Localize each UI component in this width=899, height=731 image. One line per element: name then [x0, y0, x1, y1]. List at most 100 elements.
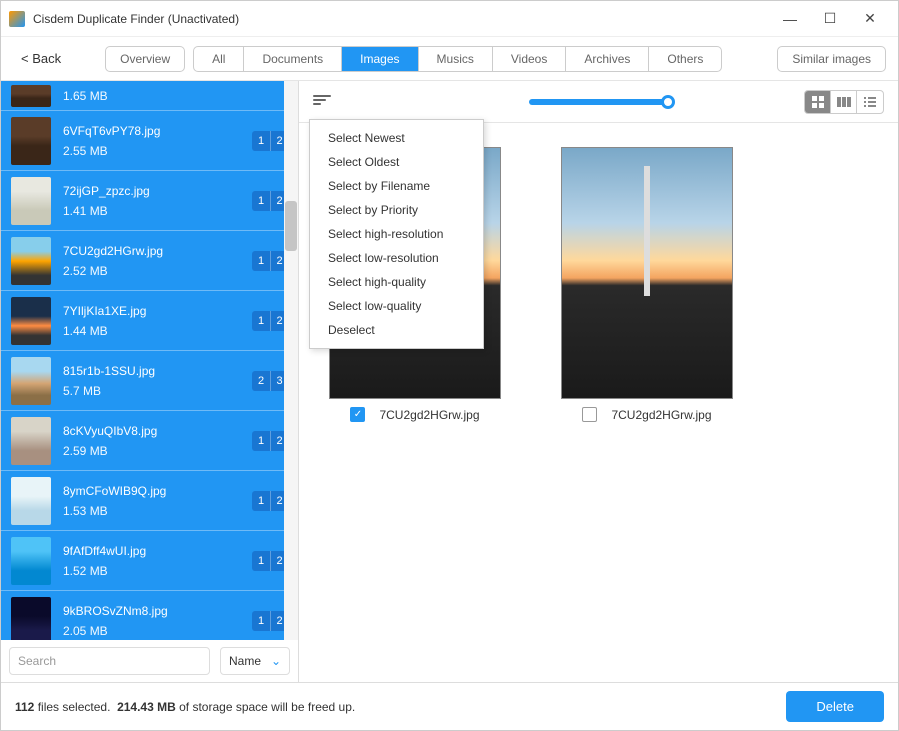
file-size: 1.52 MB — [63, 564, 252, 578]
file-name: 8ymCFoWIB9Q.jpg — [63, 484, 252, 498]
tab-archives[interactable]: Archives — [566, 47, 649, 71]
file-size: 2.52 MB — [63, 264, 252, 278]
badges: 12 — [252, 611, 288, 631]
dup-count-badge: 1 — [252, 191, 270, 211]
view-grid-button[interactable] — [805, 91, 831, 113]
preview-filename: 7CU2gd2HGrw.jpg — [379, 408, 479, 422]
menu-item[interactable]: Select Newest — [310, 126, 483, 150]
selection-context-menu: Select NewestSelect OldestSelect by File… — [309, 119, 484, 349]
slider-handle[interactable] — [661, 95, 675, 109]
menu-item[interactable]: Select high-resolution — [310, 222, 483, 246]
badges: 12 — [252, 131, 288, 151]
tab-others[interactable]: Others — [649, 47, 721, 71]
menu-item[interactable]: Deselect — [310, 318, 483, 342]
thumbnail — [11, 597, 51, 641]
dup-count-badge: 2 — [252, 371, 270, 391]
dup-count-badge: 1 — [252, 131, 270, 151]
tab-musics[interactable]: Musics — [419, 47, 493, 71]
file-size: 2.55 MB — [63, 144, 252, 158]
preview-filename: 7CU2gd2HGrw.jpg — [611, 408, 711, 422]
file-name: 6VFqT6vPY78.jpg — [63, 124, 252, 138]
dup-count-badge: 1 — [252, 311, 270, 331]
filter-icon[interactable] — [313, 95, 331, 109]
main-pane: ✓ 7CU2gd2HGrw.jpg 7CU2gd2HGrw.jpg Select N… — [299, 81, 898, 682]
file-name: 7YIljKIa1XE.jpg — [63, 304, 252, 318]
file-name: 7CU2gd2HGrw.jpg — [63, 244, 252, 258]
file-size: 1.65 MB — [63, 89, 288, 103]
file-size: 2.59 MB — [63, 444, 252, 458]
list-item[interactable]: 7CU2gd2HGrw.jpg2.52 MB12 — [1, 231, 298, 291]
list-item[interactable]: 8ymCFoWIB9Q.jpg 1.53 MB12 — [1, 471, 298, 531]
list-item[interactable]: 7YIljKIa1XE.jpg1.44 MB12 — [1, 291, 298, 351]
zoom-slider[interactable] — [529, 99, 669, 105]
delete-button[interactable]: Delete — [786, 691, 884, 722]
menu-item[interactable]: Select Oldest — [310, 150, 483, 174]
maximize-button[interactable]: ☐ — [810, 1, 850, 37]
tab-videos[interactable]: Videos — [493, 47, 566, 71]
preview-image[interactable] — [561, 147, 733, 399]
similar-images-button[interactable]: Similar images — [777, 46, 886, 72]
titlebar: Cisdem Duplicate Finder (Unactivated) — … — [1, 1, 898, 37]
list-item[interactable]: 9fAfDff4wUI.jpg 1.52 MB12 — [1, 531, 298, 591]
menu-item[interactable]: Select by Priority — [310, 198, 483, 222]
thumbnail — [11, 297, 51, 345]
app-icon — [9, 11, 25, 27]
window-title: Cisdem Duplicate Finder (Unactivated) — [33, 12, 770, 26]
badges: 12 — [252, 311, 288, 331]
tab-documents[interactable]: Documents — [244, 47, 342, 71]
sort-label: Name — [229, 654, 261, 668]
duplicate-list: 1.65 MB6VFqT6vPY78.jpg2.55 MB1272ijGP_zp… — [1, 81, 298, 640]
dup-count-badge: 1 — [252, 251, 270, 271]
thumbnail — [11, 417, 51, 465]
thumbnail — [11, 85, 51, 107]
list-item[interactable]: 1.65 MB — [1, 81, 298, 111]
category-tabs: AllDocumentsImagesMusicsVideosArchivesOt… — [193, 46, 722, 72]
menu-item[interactable]: Select by Filename — [310, 174, 483, 198]
menu-item[interactable]: Select low-quality — [310, 294, 483, 318]
menu-item[interactable]: Select low-resolution — [310, 246, 483, 270]
back-button[interactable]: < Back — [13, 47, 69, 70]
thumbnail — [11, 477, 51, 525]
overview-button[interactable]: Overview — [105, 46, 185, 72]
file-size: 1.41 MB — [63, 204, 252, 218]
badges: 12 — [252, 551, 288, 571]
thumbnail — [11, 237, 51, 285]
select-checkbox[interactable] — [582, 407, 597, 422]
scroll-thumb[interactable] — [285, 201, 297, 251]
list-item[interactable]: 6VFqT6vPY78.jpg 2.55 MB12 — [1, 111, 298, 171]
tab-images[interactable]: Images — [342, 47, 418, 71]
badges: 12 — [252, 191, 288, 211]
file-size: 1.53 MB — [63, 504, 252, 518]
dup-count-badge: 1 — [252, 431, 270, 451]
view-toggle — [804, 90, 884, 114]
file-name: 9fAfDff4wUI.jpg — [63, 544, 252, 558]
preview-toolbar — [299, 81, 898, 123]
sort-select[interactable]: Name ⌄ — [220, 647, 290, 675]
minimize-button[interactable]: — — [770, 1, 810, 37]
selected-count: 112 — [15, 700, 34, 714]
list-item[interactable]: 72ijGP_zpzc.jpg1.41 MB12 — [1, 171, 298, 231]
thumbnail — [11, 357, 51, 405]
file-size: 5.7 MB — [63, 384, 252, 398]
dup-count-badge: 1 — [252, 551, 270, 571]
view-list-button[interactable] — [857, 91, 883, 113]
status-footer: 112 files selected. 214.43 MB of storage… — [1, 682, 898, 730]
list-item[interactable]: 815r1b-1SSU.jpg5.7 MB23 — [1, 351, 298, 411]
list-scrollbar[interactable] — [284, 81, 298, 640]
selected-label: files selected. — [38, 700, 111, 714]
sidebar-footer: Search Name ⌄ — [1, 640, 298, 682]
file-name: 9kBROSvZNm8.jpg — [63, 604, 252, 618]
thumbnail — [11, 117, 51, 165]
list-item[interactable]: 8cKVyuQIbV8.jpg2.59 MB12 — [1, 411, 298, 471]
view-columns-button[interactable] — [831, 91, 857, 113]
list-item[interactable]: 9kBROSvZNm8.jpg2.05 MB12 — [1, 591, 298, 640]
search-input[interactable]: Search — [9, 647, 210, 675]
menu-item[interactable]: Select high-quality — [310, 270, 483, 294]
thumbnail — [11, 537, 51, 585]
select-checkbox[interactable]: ✓ — [350, 407, 365, 422]
file-name: 815r1b-1SSU.jpg — [63, 364, 252, 378]
badges: 12 — [252, 491, 288, 511]
close-button[interactable]: ✕ — [850, 1, 890, 37]
tab-all[interactable]: All — [194, 47, 244, 71]
freed-size: 214.43 MB — [117, 700, 176, 714]
